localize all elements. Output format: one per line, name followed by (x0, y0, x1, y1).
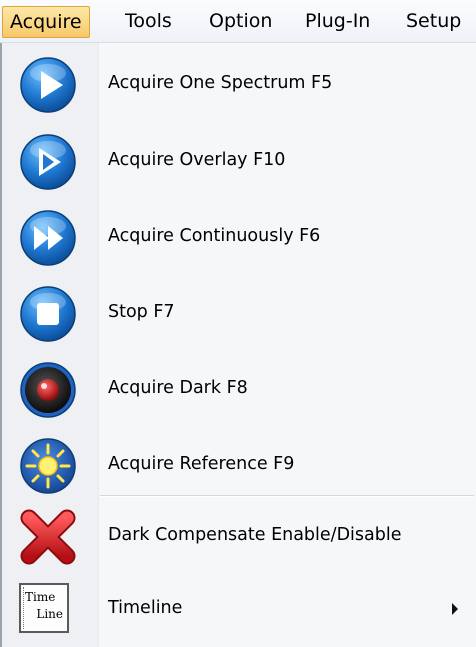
play-overlay-icon (20, 134, 76, 190)
menu-setup[interactable]: Setup (396, 6, 471, 38)
menu-item-dark-compensate[interactable]: Dark Compensate Enable/Disable (2, 498, 476, 572)
menu-item-label: Acquire One Spectrum F5 (108, 73, 333, 93)
timeline-icon-text-bottom: Line (36, 607, 63, 621)
menu-item-label: Acquire Dark F8 (108, 378, 248, 398)
menu-item-acquire-one-spectrum[interactable]: Acquire One Spectrum F5 (2, 46, 476, 120)
menu-bar: Acquire Tools Option Plug-In Setup (0, 0, 476, 43)
submenu-arrow-icon (452, 603, 458, 615)
menu-separator (100, 495, 474, 497)
menu-tools[interactable]: Tools (115, 6, 182, 38)
menu-item-stop[interactable]: Stop F7 (2, 275, 476, 349)
menu-item-label: Stop F7 (108, 302, 175, 322)
menu-item-label: Timeline (108, 598, 183, 618)
menu-item-acquire-continuously[interactable]: Acquire Continuously F6 (2, 199, 476, 273)
stop-icon (20, 286, 76, 342)
red-x-icon (20, 509, 76, 565)
play-icon (20, 57, 76, 113)
menu-item-label: Dark Compensate Enable/Disable (108, 525, 402, 545)
dark-lens-icon (20, 362, 76, 418)
timeline-icon: Time Line (19, 583, 69, 633)
menu-item-timeline[interactable]: Time Line Timeline (2, 571, 476, 645)
timeline-icon-text-top: Time (25, 590, 56, 604)
menu-acquire[interactable]: Acquire (2, 6, 90, 38)
sun-icon (20, 438, 76, 494)
menu-option[interactable]: Option (199, 6, 282, 38)
acquire-dropdown-menu: Acquire One Spectrum F5 Acquire Overlay … (0, 43, 476, 647)
menu-item-acquire-dark[interactable]: Acquire Dark F8 (2, 351, 476, 425)
menu-plug-in[interactable]: Plug-In (295, 6, 380, 38)
menu-item-acquire-reference[interactable]: Acquire Reference F9 (2, 427, 476, 501)
fast-forward-icon (20, 210, 76, 266)
menu-item-label: Acquire Overlay F10 (108, 150, 286, 170)
menu-item-label: Acquire Reference F9 (108, 454, 295, 474)
menu-item-label: Acquire Continuously F6 (108, 226, 321, 246)
menu-item-acquire-overlay[interactable]: Acquire Overlay F10 (2, 123, 476, 197)
